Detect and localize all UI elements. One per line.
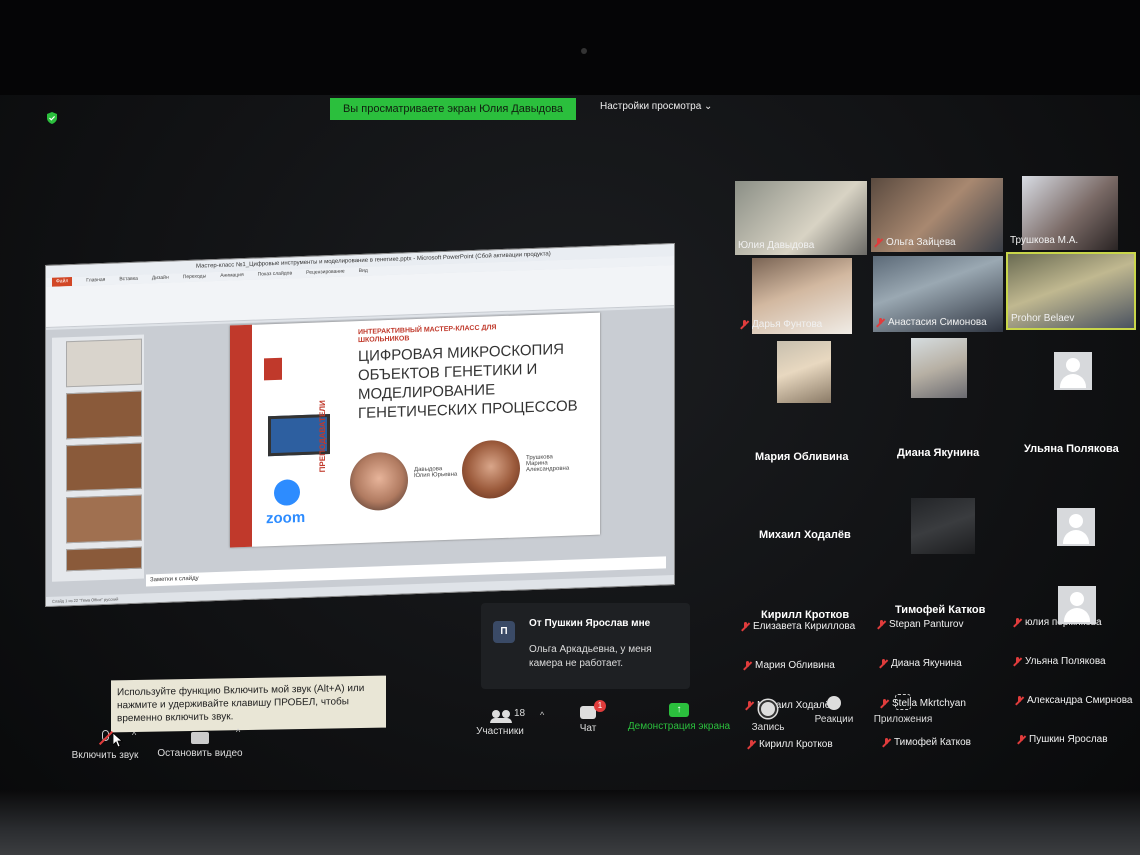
monitor-bezel-bottom <box>0 790 1140 855</box>
participant-name: Дарья Фунтова <box>740 319 822 330</box>
participant-name: Ольга Зайцева <box>874 237 956 248</box>
chat-notification-popup[interactable]: П От Пушкин Ярослав мне Ольга Аркадьевна… <box>481 603 690 689</box>
participant-display-name: Кирилл Кротков <box>761 609 850 621</box>
video-camera-icon <box>191 732 209 744</box>
chevron-up-icon[interactable]: ^ <box>132 730 136 740</box>
reactions-button[interactable]: Реакции <box>810 696 858 725</box>
record-label: Запись <box>751 722 785 733</box>
monitor-bezel-top <box>0 0 1140 95</box>
participant-display-name: Ульяна Полякова <box>1024 443 1119 455</box>
participant-display-name: Диана Якунина <box>897 447 980 459</box>
muted-mic-icon <box>740 320 749 329</box>
muted-mic-icon <box>876 318 885 327</box>
shield-icon[interactable] <box>46 112 58 124</box>
mouse-cursor-icon <box>113 733 123 747</box>
avatar-placeholder-icon <box>1054 352 1092 390</box>
webcam-lens <box>581 48 587 54</box>
muted-mic-icon <box>99 730 111 746</box>
unmute-tooltip: Используйте функцию Включить мой звук (A… <box>111 675 386 733</box>
participant-name: Prohor Belaev <box>1011 313 1075 324</box>
participant-video <box>777 341 831 403</box>
chevron-up-icon[interactable]: ^ <box>540 710 544 720</box>
share-screen-icon: ↑ <box>669 703 689 717</box>
avatar-placeholder-icon <box>1058 586 1096 624</box>
chat-label: Чат <box>579 723 597 734</box>
screen-share-banner: Вы просматриваете экран Юлия Давыдова <box>330 98 576 120</box>
participant-tile[interactable] <box>777 341 831 403</box>
participant-tile[interactable]: Трушкова М.А. <box>1010 176 1118 250</box>
slide-thumbnail <box>66 390 142 440</box>
sender-avatar: П <box>493 621 515 643</box>
chat-message: Ольга Аркадьевна, у меня камера не работ… <box>529 644 652 669</box>
participant-display-name: Тимофей Катков <box>895 604 986 616</box>
participants-icon <box>490 710 512 723</box>
teacher-photo <box>462 439 520 500</box>
chat-sender: От Пушкин Ярослав мне <box>529 618 651 629</box>
share-banner-text: Вы просматриваете экран Юлия Давыдова <box>342 103 564 115</box>
muted-mic-icon <box>882 737 891 747</box>
participant-name: Анастасия Симонова <box>876 317 987 328</box>
participant-tile[interactable]: Ольга Зайцева <box>871 178 1003 252</box>
apps-icon <box>895 694 911 710</box>
participants-label: Участники <box>476 726 524 737</box>
zoom-logo-text: zoom <box>266 508 306 528</box>
participant-tile[interactable]: Дарья Фунтова <box>743 258 852 334</box>
participant-display-name: Мария Обливина <box>755 451 849 463</box>
teachers-label: ПРЕПОДАВАТЕЛИ <box>318 400 327 473</box>
zoom-camera-icon <box>274 479 300 507</box>
view-settings-menu[interactable]: Настройки просмотра ⌄ <box>600 101 712 112</box>
reactions-label: Реакции <box>814 714 854 725</box>
share-screen-label: Демонстрация экрана <box>627 721 731 732</box>
slide-side-bar <box>230 324 252 548</box>
apps-label: Приложения <box>873 714 933 725</box>
muted-mic-icon <box>747 740 756 749</box>
teacher-name: Давыдова Юлия Юрьевна <box>414 466 458 480</box>
slide-thumbnail <box>66 494 142 544</box>
teacher-name: Трушкова Марина Александровна <box>526 454 570 474</box>
shared-powerpoint-window: Мастер-класс №1_Цифровые инструменты и м… <box>45 242 675 607</box>
participant-tile[interactable] <box>911 338 967 398</box>
ppt-tab: Вид <box>358 267 368 275</box>
ppt-workspace: ИНТЕРАКТИВНЫЙ МАСТЕР-КЛАСС ДЛЯ ШКОЛЬНИКО… <box>46 308 674 606</box>
teacher-photo <box>350 451 408 512</box>
chevron-up-icon[interactable]: ^ <box>236 727 240 737</box>
slide-thumbnail <box>66 546 142 572</box>
current-slide: ИНТЕРАКТИВНЫЙ МАСТЕР-КЛАСС ДЛЯ ШКОЛЬНИКО… <box>230 312 600 548</box>
smiley-icon <box>827 696 841 710</box>
share-screen-button[interactable]: ↑ Демонстрация экрана <box>624 703 734 732</box>
record-button[interactable]: Запись <box>748 700 788 733</box>
participant-tile[interactable]: Юлия Давыдова <box>735 181 867 255</box>
participant-tile-active-speaker[interactable]: Prohor Belaev <box>1006 252 1136 330</box>
participant-display-name: Михаил Ходалёв <box>759 529 851 541</box>
participant-video <box>911 498 975 554</box>
chat-unread-badge: 1 <box>594 700 606 712</box>
slide-thumbnails-pane <box>52 334 144 582</box>
slide-thumbnail <box>66 442 142 492</box>
stop-video-label: Остановить видео <box>157 748 243 759</box>
muted-mic-icon <box>1017 735 1026 744</box>
participant-name: Юлия Давыдова <box>738 240 815 251</box>
unmute-label: Включить звук <box>71 750 139 761</box>
slide-title: ЦИФРОВАЯ МИКРОСКОПИЯ ОБЪЕКТОВ ГЕНЕТИКИ И… <box>358 340 578 423</box>
slide-thumbnail <box>66 338 142 388</box>
avatar-placeholder-icon <box>1057 508 1095 546</box>
participant-tile[interactable]: Анастасия Симонова <box>873 256 1003 332</box>
university-logo <box>264 357 282 381</box>
record-icon <box>759 700 777 718</box>
apps-button[interactable]: Приложения <box>868 694 938 725</box>
participant-video <box>911 338 967 398</box>
participant-name: Трушкова М.А. <box>1010 235 1079 246</box>
participant-tile[interactable] <box>911 498 975 554</box>
stop-video-button[interactable]: Остановить видео <box>150 732 250 759</box>
muted-mic-icon <box>874 238 883 247</box>
participants-count: 18 <box>514 708 526 719</box>
